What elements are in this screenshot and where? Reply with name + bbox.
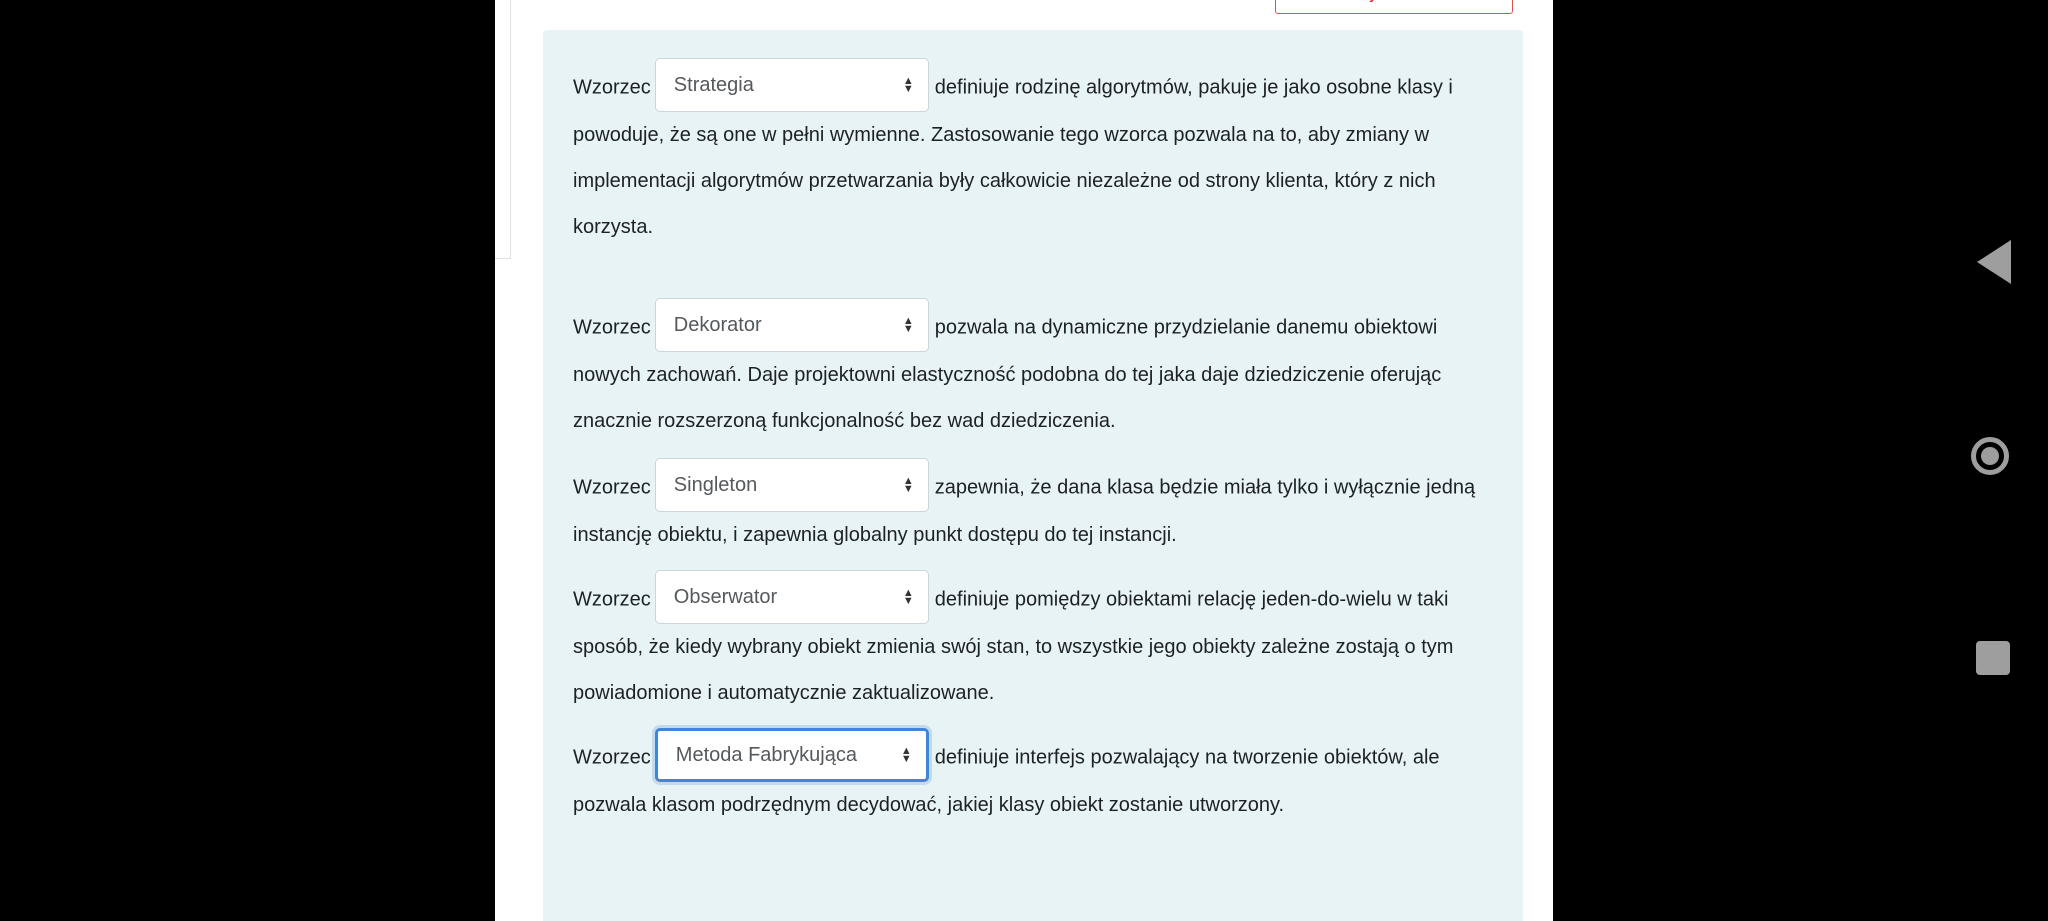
select-arrows-icon: ▲ ▼	[902, 315, 914, 335]
question-item-factory-method: Wzorzec Metoda Fabrykująca ▲ ▼ definiuje int…	[573, 728, 1503, 828]
home-dot	[1981, 447, 1999, 465]
prefix-label: Wzorzec	[573, 476, 651, 499]
question-item-strategy: Wzorzec Strategia ▲ ▼ definiuje rodzinę algo…	[573, 58, 1503, 250]
answer-select-3[interactable]: Singleton ▲ ▼	[654, 458, 929, 512]
select-arrows-icon: ▲ ▼	[902, 75, 914, 95]
timer-box: Pozostały czas 0:44:17	[1275, 0, 1513, 14]
select-value: Strategia	[673, 74, 754, 96]
select-value: Dekorator	[673, 314, 762, 336]
prefix-label: Wzorzec	[573, 76, 651, 99]
answer-select-5[interactable]: Metoda Fabrykująca ▲ ▼	[654, 728, 929, 782]
question-item-decorator: Wzorzec Dekorator ▲ ▼ pozwala na dynamiczne …	[573, 298, 1503, 444]
select-arrows-icon: ▲ ▼	[900, 745, 912, 765]
prefix-label: Wzorzec	[573, 588, 651, 611]
system-navigation-bar	[1955, 0, 2035, 921]
prefix-label: Wzorzec	[573, 316, 651, 339]
select-value: Singleton	[673, 474, 758, 496]
square-recents-icon[interactable]	[1976, 641, 2010, 675]
question-content: Wzorzec Strategia ▲ ▼ definiuje rodzinę algo…	[543, 30, 1523, 921]
select-arrows-icon: ▲ ▼	[902, 587, 914, 607]
circle-home-icon[interactable]	[1971, 437, 2009, 475]
triangle-back-icon[interactable]	[1977, 240, 2011, 284]
left-block-panel	[495, 0, 511, 259]
answer-select-2[interactable]: Dekorator ▲ ▼	[654, 298, 929, 352]
prefix-label: Wzorzec	[573, 746, 651, 769]
select-value: Metoda Fabrykująca	[675, 744, 857, 766]
select-arrows-icon: ▲ ▼	[902, 475, 914, 495]
question-item-observer: Wzorzec Obserwator ▲ ▼ definiuje pomiędzy ob…	[573, 570, 1503, 716]
answer-select-1[interactable]: Strategia ▲ ▼	[654, 58, 929, 112]
answer-select-4[interactable]: Obserwator ▲ ▼	[654, 570, 929, 624]
select-value: Obserwator	[673, 586, 778, 608]
quiz-page: Pozostały czas 0:44:17 Wzorzec Strategia ▲…	[495, 0, 1553, 921]
question-item-singleton: Wzorzec Singleton ▲ ▼ zapewnia, że dana klas…	[573, 458, 1503, 558]
